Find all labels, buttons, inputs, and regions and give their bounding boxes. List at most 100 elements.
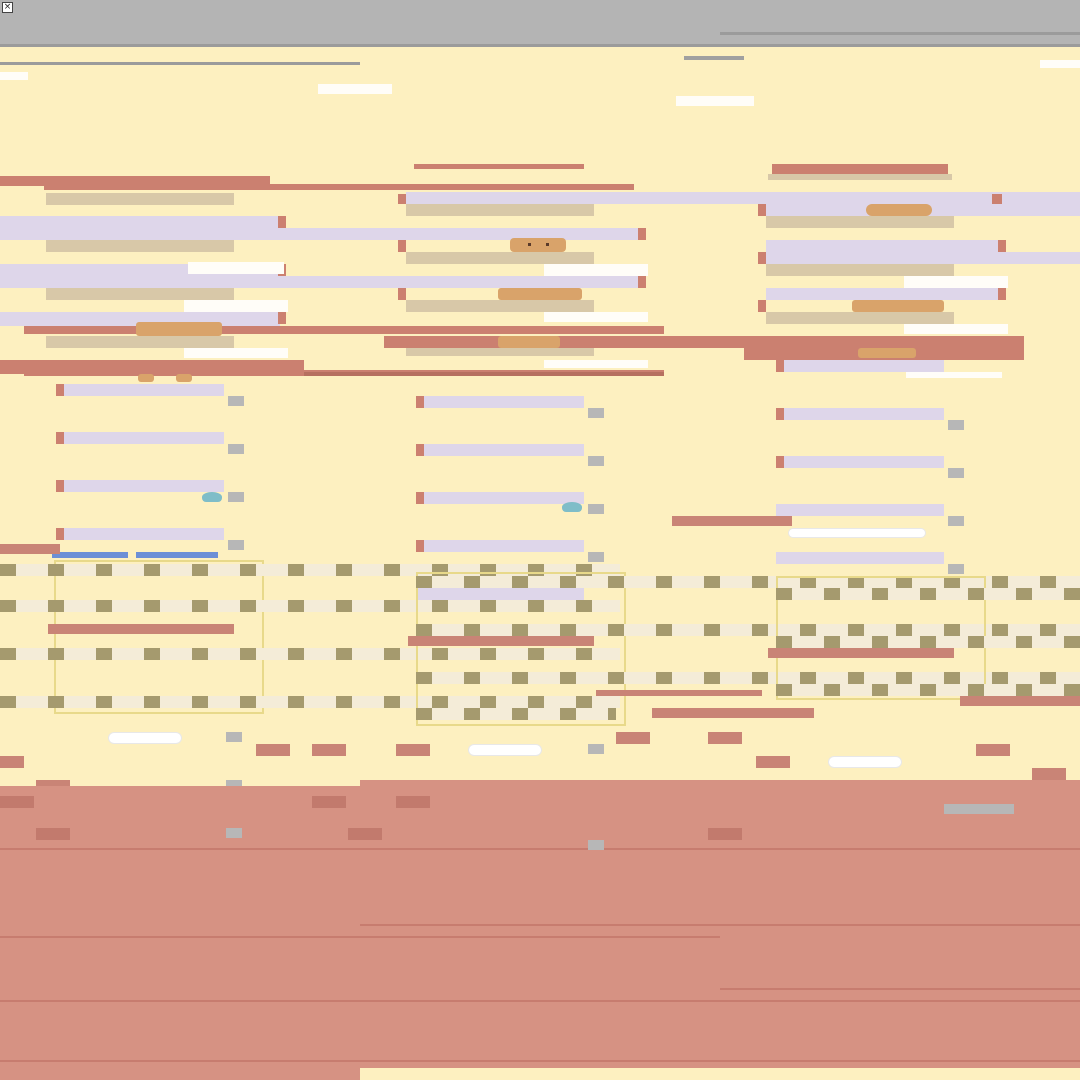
shelf-post xyxy=(398,288,406,300)
drawer-handle xyxy=(776,408,784,420)
shelf-back xyxy=(766,288,998,300)
desk-top xyxy=(0,544,60,554)
shelf-plank xyxy=(406,204,594,216)
drawer-knob xyxy=(228,492,244,502)
shelf-top xyxy=(44,184,634,190)
desk-plank xyxy=(652,708,814,718)
drawer-knob xyxy=(948,468,964,478)
cloud-decoration xyxy=(788,528,926,538)
shelf-plank xyxy=(406,300,594,312)
shelf-post xyxy=(638,276,646,288)
floor-line xyxy=(0,1000,1080,1002)
floor-line xyxy=(0,1060,1080,1062)
desk-top xyxy=(672,516,792,526)
grey-block xyxy=(226,732,242,742)
grey-block xyxy=(588,744,604,754)
desk-plank xyxy=(408,636,594,646)
shelf-post xyxy=(998,288,1006,300)
teddy-bear-icon[interactable] xyxy=(498,288,582,300)
shelf-top xyxy=(772,164,948,174)
floor-line xyxy=(360,924,1080,926)
shelf-plank xyxy=(768,174,952,180)
teddy-bear-icon[interactable] xyxy=(852,300,944,312)
shelf-back xyxy=(406,192,1080,204)
teddy-bear-icon[interactable] xyxy=(858,348,916,358)
drawer[interactable] xyxy=(56,432,224,444)
grey-block xyxy=(588,840,604,850)
drawer-handle xyxy=(416,492,424,504)
grey-block xyxy=(944,804,1014,814)
shelf-post xyxy=(758,204,766,216)
teddy-bear-icon[interactable] xyxy=(866,204,932,216)
shelf-plank xyxy=(406,348,594,356)
drawer[interactable] xyxy=(776,408,944,420)
drawer-handle xyxy=(776,456,784,468)
floor-tile xyxy=(312,796,346,808)
teddy-bear-icon[interactable] xyxy=(138,374,154,382)
wall-highlight xyxy=(360,1068,1080,1080)
drawer-knob xyxy=(228,396,244,406)
shelf-plank xyxy=(46,336,234,348)
close-icon[interactable]: × xyxy=(2,2,13,13)
drawer-handle xyxy=(416,396,424,408)
floor-tile xyxy=(0,796,34,808)
drawer[interactable] xyxy=(776,504,944,516)
drawer-knob xyxy=(588,504,604,514)
blue-strip xyxy=(52,552,128,558)
floor xyxy=(0,786,1080,1080)
wall-highlight xyxy=(184,348,288,358)
drawer[interactable] xyxy=(776,552,944,564)
water-drop-icon[interactable] xyxy=(202,492,222,502)
game-board[interactable] xyxy=(416,572,626,726)
drawer[interactable] xyxy=(416,396,584,408)
drawer-handle xyxy=(56,480,64,492)
shelf-post xyxy=(758,252,766,264)
floor xyxy=(360,780,1080,788)
shelf-back xyxy=(0,276,640,288)
drawer-handle xyxy=(416,540,424,552)
checker-row xyxy=(776,684,1080,696)
checker-row xyxy=(776,588,1080,600)
shelf-top xyxy=(24,326,664,334)
drawer[interactable] xyxy=(416,540,584,552)
drawer[interactable] xyxy=(776,456,944,468)
checker-row xyxy=(776,636,1080,648)
cloud-decoration xyxy=(468,744,542,756)
drawer[interactable] xyxy=(416,444,584,456)
floor-tile xyxy=(312,744,346,756)
shelf-post xyxy=(758,300,766,312)
game-board[interactable] xyxy=(54,560,264,714)
water-drop-icon[interactable] xyxy=(562,502,582,512)
teddy-bear-icon[interactable] xyxy=(498,336,560,348)
drawer[interactable] xyxy=(416,492,584,504)
shelf-post xyxy=(398,240,406,252)
shelf-plank xyxy=(766,216,954,228)
drawer[interactable] xyxy=(56,384,224,396)
wall-highlight xyxy=(544,360,648,368)
eye xyxy=(546,243,549,246)
drawer-knob xyxy=(588,552,604,562)
wall-highlight xyxy=(544,264,648,276)
shelf-back xyxy=(766,240,998,252)
drawer-knob xyxy=(948,420,964,430)
teddy-bear-icon[interactable] xyxy=(510,238,566,252)
teddy-bear-icon[interactable] xyxy=(176,374,192,382)
toolbar-divider xyxy=(720,32,1080,35)
drawer-knob xyxy=(948,516,964,526)
drawer-knob xyxy=(228,540,244,550)
wall-highlight xyxy=(906,372,1002,378)
floor-tile xyxy=(976,744,1010,756)
top-toolbar xyxy=(0,0,1080,44)
shelf-post xyxy=(638,228,646,240)
shelf-plank xyxy=(766,264,954,276)
drawer[interactable] xyxy=(56,480,224,492)
shelf-back xyxy=(766,252,1080,264)
floor-line xyxy=(720,988,1080,990)
teddy-bear-icon[interactable] xyxy=(136,322,222,336)
drawer[interactable] xyxy=(56,528,224,540)
wall-highlight xyxy=(318,84,392,94)
floor-tile xyxy=(36,828,70,840)
drawer[interactable] xyxy=(776,360,944,372)
drawer-handle xyxy=(416,444,424,456)
checker-row xyxy=(416,708,616,720)
